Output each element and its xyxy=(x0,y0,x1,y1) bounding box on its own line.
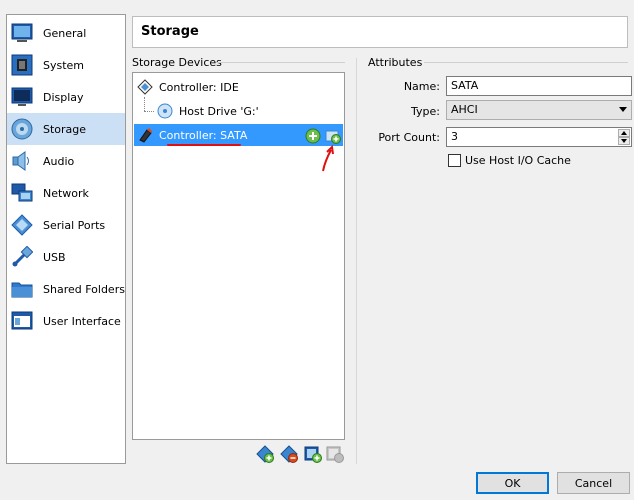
port-count-stepper[interactable] xyxy=(618,129,630,145)
sidebar-item-label: Serial Ports xyxy=(43,218,106,232)
remove-controller-icon[interactable] xyxy=(280,445,298,463)
stepper-down-icon[interactable] xyxy=(618,137,630,145)
tree-item-label: Controller: IDE xyxy=(159,80,239,94)
storage-devices-divider xyxy=(216,62,345,63)
remove-attachment-icon[interactable] xyxy=(326,445,344,463)
user-interface-icon xyxy=(11,311,33,330)
tree-item-label: Host Drive 'G:' xyxy=(179,104,259,118)
type-select[interactable]: AHCI xyxy=(446,100,632,120)
name-field[interactable]: SATA xyxy=(446,76,632,96)
sidebar-item-label: Audio xyxy=(43,154,75,168)
sidebar-item-audio[interactable]: Audio xyxy=(7,145,125,177)
add-attachment-icon[interactable] xyxy=(304,445,322,463)
ide-controller-icon xyxy=(137,79,153,95)
chevron-down-icon xyxy=(619,107,627,112)
storage-devices-header: Storage Devices xyxy=(132,56,222,69)
page-title: Storage xyxy=(141,24,199,39)
stepper-up-icon[interactable] xyxy=(618,129,630,137)
tree-item-ide-controller[interactable]: Controller: IDE xyxy=(137,77,239,97)
panel-separator xyxy=(356,58,357,464)
sidebar-item-serial-ports[interactable]: Serial Ports xyxy=(7,209,125,241)
page-title-box: Storage xyxy=(132,16,628,48)
sidebar-item-label: Display xyxy=(43,90,84,104)
port-count-label: Port Count: xyxy=(378,131,440,144)
optical-disc-icon xyxy=(157,103,173,119)
attributes-header: Attributes xyxy=(368,56,423,69)
tree-item-label: Controller: SATA xyxy=(159,128,248,142)
sidebar-item-label: System xyxy=(43,58,85,72)
shared-folder-icon xyxy=(11,282,33,298)
usb-icon xyxy=(12,246,33,267)
annotation-arrow-icon xyxy=(322,145,334,172)
add-optical-drive-icon[interactable] xyxy=(305,128,321,144)
use-host-io-cache-label: Use Host I/O Cache xyxy=(465,154,571,167)
storage-tree[interactable]: Controller: IDE Host Drive 'G:' Controll… xyxy=(132,72,345,440)
port-count-spinbox[interactable]: 3 xyxy=(446,127,632,147)
settings-sidebar: General System Display Storage Audio Net… xyxy=(6,14,126,464)
tree-connector xyxy=(144,111,154,112)
cancel-button[interactable]: Cancel xyxy=(557,472,630,494)
audio-speaker-icon xyxy=(12,151,29,171)
attributes-divider xyxy=(424,62,628,63)
use-host-io-cache-checkbox[interactable] xyxy=(448,154,461,167)
sidebar-item-user-interface[interactable]: User Interface xyxy=(7,305,125,337)
serial-ports-icon xyxy=(11,214,33,236)
network-icon xyxy=(11,183,33,202)
sidebar-item-shared-folders[interactable]: Shared Folders xyxy=(7,273,125,305)
type-label: Type: xyxy=(411,105,440,118)
tree-connector xyxy=(144,97,145,111)
sidebar-item-storage[interactable]: Storage xyxy=(7,113,125,145)
tree-item-host-drive[interactable]: Host Drive 'G:' xyxy=(157,101,259,121)
sidebar-item-general[interactable]: General xyxy=(7,17,125,49)
port-count-value: 3 xyxy=(451,130,458,143)
sidebar-item-label: Shared Folders xyxy=(43,282,125,296)
sidebar-item-label: USB xyxy=(43,250,66,264)
system-chip-icon xyxy=(11,54,33,76)
sidebar-item-system[interactable]: System xyxy=(7,49,125,81)
tree-item-sata-controller[interactable]: Controller: SATA xyxy=(137,125,247,145)
sidebar-item-network[interactable]: Network xyxy=(7,177,125,209)
name-label: Name: xyxy=(403,80,440,93)
type-select-value: AHCI xyxy=(451,103,478,116)
sidebar-item-display[interactable]: Display xyxy=(7,81,125,113)
storage-disk-icon xyxy=(11,118,33,140)
sidebar-item-label: User Interface xyxy=(43,314,121,328)
add-controller-icon[interactable] xyxy=(256,445,274,463)
sidebar-item-label: Storage xyxy=(43,122,87,136)
general-icon xyxy=(11,23,33,42)
display-monitor-icon xyxy=(11,87,33,106)
sata-annotation-underline xyxy=(167,144,241,146)
ok-button[interactable]: OK xyxy=(476,472,549,494)
sidebar-item-usb[interactable]: USB xyxy=(7,241,125,273)
add-hard-disk-icon[interactable] xyxy=(325,128,341,144)
sidebar-item-label: Network xyxy=(43,186,89,200)
sata-controller-icon xyxy=(139,128,152,143)
sidebar-item-label: General xyxy=(43,26,87,40)
